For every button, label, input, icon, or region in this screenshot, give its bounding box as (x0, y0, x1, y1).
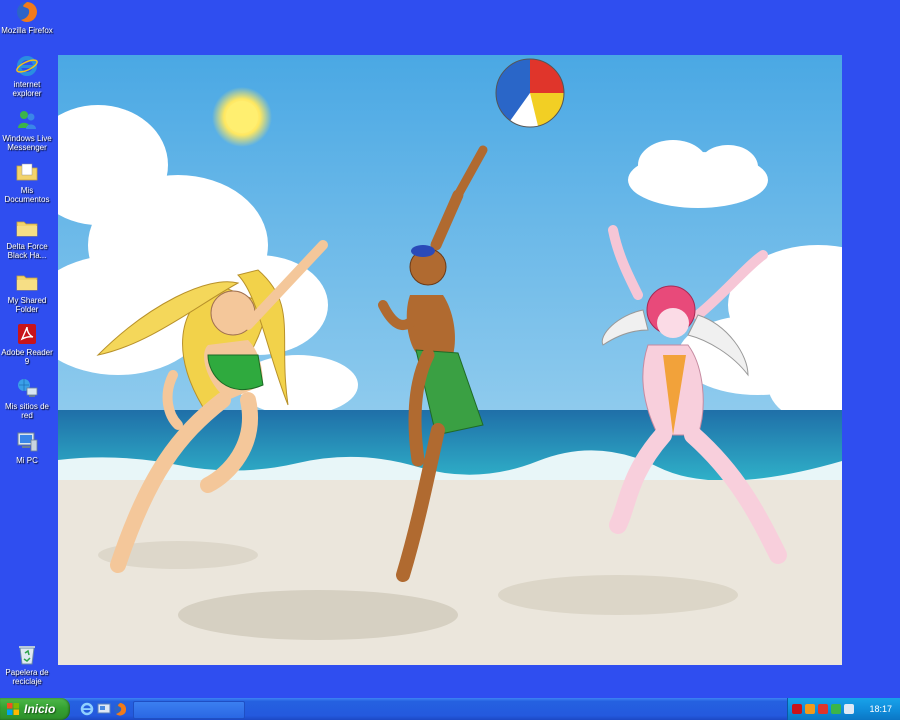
network-tray-icon[interactable] (818, 704, 828, 714)
desktop-icon-my-documents[interactable]: Mis Documentos (0, 160, 54, 204)
desktop-icon-label: My Shared Folder (7, 296, 47, 314)
desktop-icon-label: Windows Live Messenger (2, 134, 52, 152)
recycle-bin-icon (19, 646, 35, 665)
firefox-icon (17, 2, 37, 22)
desktop-icon-recycle-bin[interactable]: Papelera de reciclaje (0, 642, 54, 686)
desktop-icon-messenger[interactable]: Windows Live Messenger (0, 108, 54, 152)
start-button[interactable]: Inicio (0, 698, 70, 720)
taskbar: Inicio 18:17 (0, 698, 900, 720)
adobe-tray-icon[interactable] (792, 704, 802, 714)
desktop-icon-label: Papelera de reciclaje (5, 668, 49, 686)
desktop-icon-firefox[interactable]: Mozilla Firefox (0, 0, 54, 35)
clock[interactable]: 18:17 (869, 698, 892, 720)
volume-tray-icon[interactable] (844, 704, 854, 714)
messenger-tray-icon[interactable] (831, 704, 841, 714)
desktop-icon-network-places[interactable]: Mis sitios de red (0, 376, 54, 420)
desktop-icon-label: Mis sitios de red (4, 402, 49, 420)
internet-explorer-icon[interactable] (80, 702, 94, 716)
show-desktop-icon[interactable] (97, 702, 111, 716)
desktop-icon-label: Delta Force Black Ha... (6, 242, 48, 260)
beach-volleyball-illustration (58, 55, 842, 665)
desktop-icon-my-computer[interactable]: Mi PC (0, 430, 54, 465)
desktop-icon-label: Adobe Reader 9 (1, 348, 53, 366)
desktop-icon-label: Mozilla Firefox (1, 26, 53, 35)
sand (58, 480, 842, 665)
network-places-icon (18, 379, 38, 397)
desktop[interactable]: Mozilla Firefox internet explorer Window… (0, 0, 900, 698)
firefox-icon[interactable] (113, 702, 127, 716)
antivirus-tray-icon[interactable] (805, 704, 815, 714)
windows-logo-icon (7, 703, 19, 715)
taskbar-window-button[interactable] (133, 701, 245, 719)
desktop-icon-label: Mi PC (16, 456, 38, 465)
desktop-icon-internet-explorer[interactable]: internet explorer (0, 54, 54, 98)
wallpaper (58, 55, 842, 665)
desktop-icon-adobe-reader[interactable]: Adobe Reader 9 (0, 322, 54, 366)
desktop-icon-label: internet explorer (12, 80, 42, 98)
desktop-icon-shared-folder[interactable]: My Shared Folder (0, 270, 54, 314)
folder-icon (16, 275, 38, 291)
desktop-icon-label: Mis Documentos (4, 186, 50, 204)
cloud-right-small (628, 140, 768, 208)
my-computer-icon (17, 432, 38, 452)
beach-ball (495, 58, 565, 128)
system-tray: 18:17 (787, 698, 900, 720)
adobe-reader-icon (18, 324, 36, 344)
internet-explorer-icon (16, 56, 38, 76)
start-button-label: Inicio (24, 702, 56, 716)
messenger-icon (18, 111, 36, 129)
documents-folder-icon (16, 163, 38, 181)
desktop-icon-delta-force-folder[interactable]: Delta Force Black Ha... (0, 216, 54, 260)
folder-icon (16, 221, 38, 237)
